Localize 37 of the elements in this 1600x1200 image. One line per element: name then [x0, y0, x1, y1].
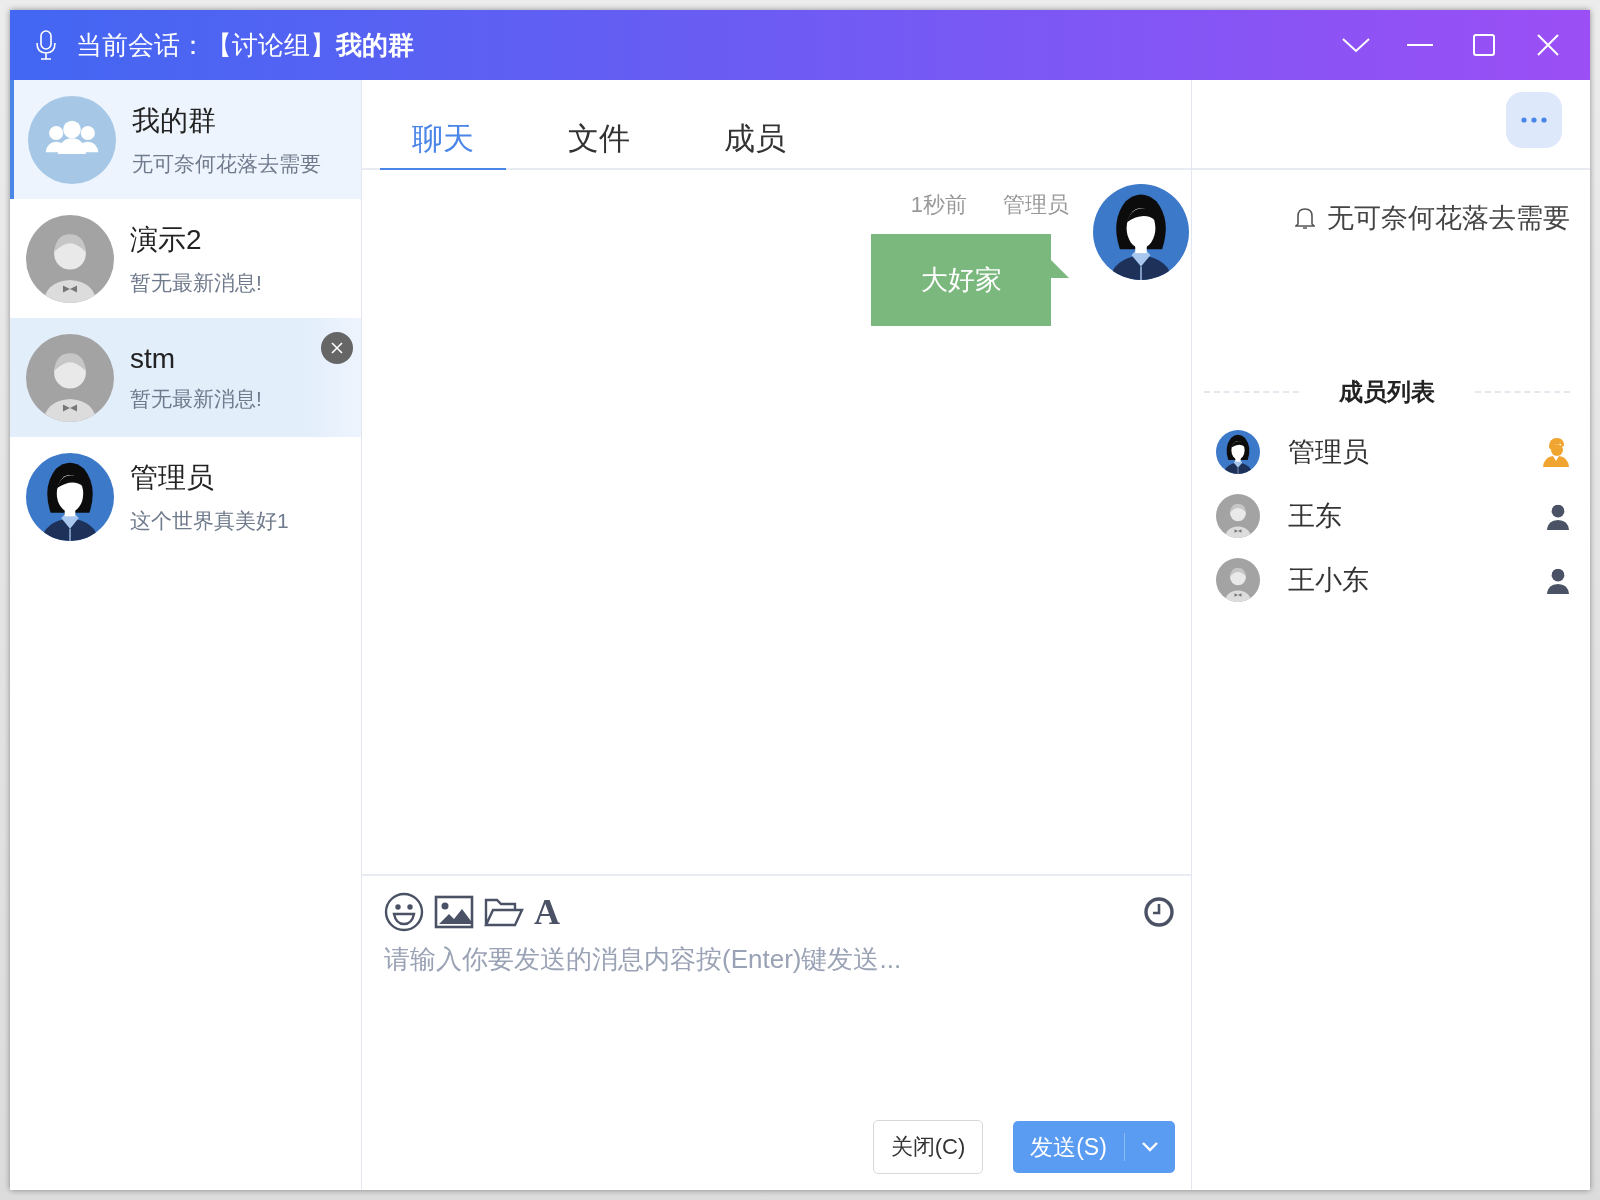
conversation-item[interactable]: 管理员 这个世界真美好1 — [10, 437, 361, 556]
conversation-name: 演示2 — [130, 222, 203, 257]
image-icon[interactable] — [434, 895, 474, 929]
close-button[interactable]: 关闭(C) — [873, 1120, 983, 1174]
close-icon — [330, 341, 344, 355]
member-name: 王东 — [1288, 500, 1343, 533]
bell-icon — [1295, 206, 1315, 230]
member-name: 管理员 — [1288, 436, 1370, 469]
message-sender: 管理员 — [1003, 191, 1069, 219]
conversation-name: 我的群 — [132, 103, 217, 138]
maximize-icon[interactable] — [1470, 31, 1498, 59]
more-icon — [1521, 117, 1547, 123]
tab[interactable]: 聊天 — [380, 110, 506, 170]
folder-icon[interactable] — [484, 897, 524, 927]
message-bubble: 大好家 — [871, 234, 1069, 326]
conversation-preview: 暂无最新消息! — [130, 269, 262, 296]
tab[interactable]: 成员 — [692, 110, 818, 170]
member-name: 王小东 — [1288, 564, 1370, 597]
clock-icon[interactable] — [1143, 896, 1175, 928]
window-title: 当前会话：【讨论组】我的群 — [76, 28, 415, 62]
remove-conversation-button[interactable] — [321, 332, 353, 364]
emoji-icon[interactable] — [384, 892, 424, 932]
conversation-preview: 这个世界真美好1 — [130, 507, 289, 534]
notice-text: 无可奈何花落去需要 — [1327, 202, 1570, 235]
conversation-item[interactable]: 演示2 暂无最新消息! — [10, 199, 361, 318]
conversation-preview: 无可奈何花落去需要 — [132, 150, 321, 177]
conversation-name: stm — [130, 342, 177, 375]
member-list-title: 成员列表 — [1339, 377, 1435, 407]
conversation-item[interactable]: 我的群 无可奈何花落去需要 — [10, 80, 361, 199]
message-time: 1秒前 — [910, 191, 967, 219]
chevron-down-icon[interactable] — [1141, 1141, 1159, 1153]
tab[interactable]: 文件 — [536, 110, 662, 170]
conversation-item[interactable]: stm 暂无最新消息! — [10, 318, 361, 437]
font-button[interactable]: A — [534, 894, 560, 930]
conversation-name: 管理员 — [130, 460, 215, 495]
conversation-preview: 暂无最新消息! — [130, 385, 262, 412]
microphone-icon[interactable] — [36, 30, 56, 60]
